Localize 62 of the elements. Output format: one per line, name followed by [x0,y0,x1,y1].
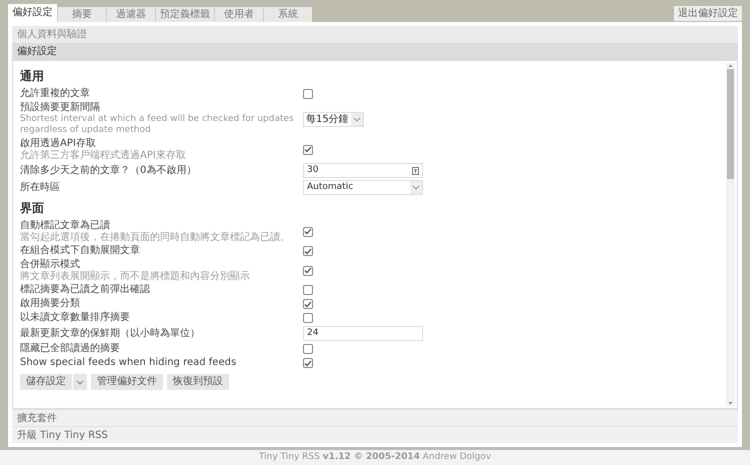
checkmark-icon [304,146,312,153]
scroll-down-icon[interactable] [728,401,733,406]
setting-label: 所在時區 [20,182,61,194]
tab[interactable]: 摘要 [57,7,106,22]
checkbox[interactable] [303,358,313,368]
checkbox[interactable] [303,344,313,354]
checkmark-icon [304,248,312,254]
number-field[interactable]: 30 [303,163,423,178]
setting-label: 在組合模式下自動展開文章 [20,245,141,257]
scrollbar[interactable] [726,63,735,406]
setting-label: 啟用透過API存取 [20,138,97,150]
section-heading: 界面 [20,200,45,217]
accordion-header[interactable]: 個人資料與驗證 [12,26,738,43]
hours-field[interactable]: 24 [303,326,423,341]
setting-label: 啟用摘要分類 [20,298,81,310]
save-button[interactable]: 儲存設定 [20,374,72,390]
setting-description: Shortest interval at which a feed will be checked for updates regardless of update method [20,114,295,136]
setting-label: Show special feeds when hiding read feeds [20,357,238,369]
interval-select[interactable]: 每15分鐘 [303,112,364,126]
spinner-icon [412,166,419,174]
setting-label: 允許重複的文章 [20,88,91,100]
action-button[interactable]: 恢復到預設 [167,374,229,390]
setting-label: 標記摘要為已讀之前彈出確認 [20,284,151,296]
checkmark-icon [304,360,312,366]
checkmark-icon [304,228,312,235]
checkmark-icon [304,267,312,274]
setting-description: 當勾起此選項後，在捲動頁面的同時自動將文章標記為已讀。 [20,232,291,243]
chevron-down-icon [352,116,361,122]
chevron-down-icon [412,185,420,190]
tab[interactable]: 偏好設定 [8,4,57,22]
dropdown-button[interactable] [73,374,87,390]
setting-label: 清除多少天之前的文章？（0為不啟用） [20,164,198,176]
chevron-down-icon [76,380,84,384]
checkbox[interactable] [303,89,313,99]
tab[interactable]: 系統 [263,7,312,22]
setting-label: 預設摘要更新間隔 [20,102,101,114]
accordion-header[interactable]: 擴充套件 [12,409,738,426]
footer-text: Tiny Tiny RSS v1.12 © 2005-2014 Andrew Dolgov [258,450,492,464]
checkbox[interactable] [303,266,313,276]
setting-label: 隱藏已全部讀過的摘要 [20,343,121,355]
setting-label: 自動標記文章為已讀 [20,220,111,232]
action-button[interactable]: 管理偏好文件 [91,374,163,390]
accordion-header[interactable]: 偏好設定 [12,43,738,60]
checkbox[interactable] [303,246,313,256]
exit-preferences-button[interactable]: 退出偏好設定 [674,6,742,21]
checkbox[interactable] [303,313,313,323]
section-heading: 通用 [20,68,45,85]
tab[interactable]: 預定義標籤 [155,7,214,22]
setting-label: 以未讀文章數量排序摘要 [20,312,131,324]
setting-description: 允許第三方客戶端程式透過API來存取 [20,150,187,161]
tab[interactable]: 過濾器 [106,7,155,22]
setting-label: 合併顯示模式 [20,259,81,270]
tab[interactable]: 使用者 [214,7,263,22]
accordion-header[interactable]: 升級 Tiny Tiny RSS [12,426,738,443]
checkbox[interactable] [303,144,313,154]
checkmark-icon [304,300,312,308]
timezone-select[interactable]: Automatic [303,180,423,195]
checkbox[interactable] [303,226,313,236]
setting-description: 將文章列表展開顯示，而不是將標題和內容分別顯示 [20,271,251,282]
checkbox[interactable] [303,285,313,295]
setting-label: 最新更新文章的保鮮期（以小時為單位） [20,328,201,340]
checkbox[interactable] [303,299,313,309]
